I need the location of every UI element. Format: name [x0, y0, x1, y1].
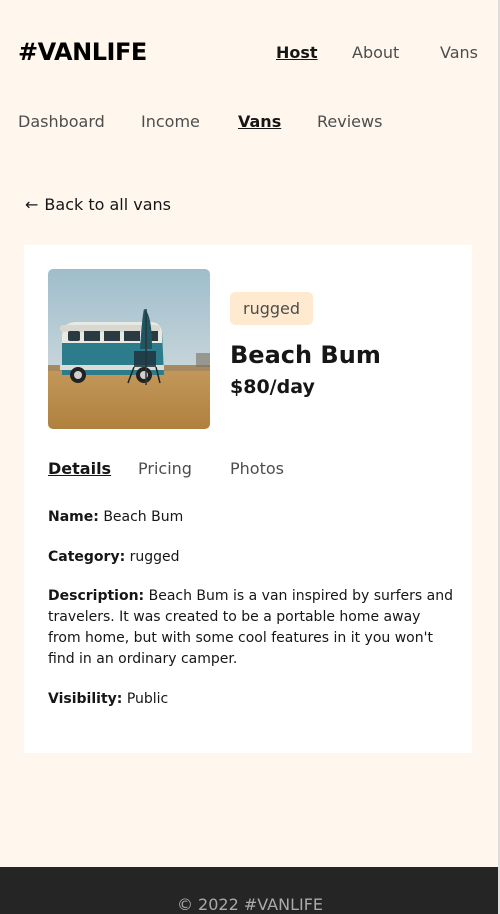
nav-vans-link[interactable]: Vans — [440, 43, 478, 62]
host-nav-income[interactable]: Income — [141, 112, 200, 131]
detail-category-value: rugged — [129, 549, 180, 565]
site-logo[interactable]: #VANLIFE — [18, 38, 147, 66]
van-name: Beach Bum — [230, 341, 381, 369]
detail-name-value: Beach Bum — [103, 509, 184, 525]
host-nav-reviews[interactable]: Reviews — [317, 112, 382, 131]
van-detail-card: rugged Beach Bum $80/day Details Pricing… — [24, 245, 472, 753]
host-nav-vans[interactable]: Vans — [238, 112, 281, 131]
detail-name-label: Name: — [48, 509, 99, 525]
van-type-badge: rugged — [230, 292, 313, 325]
host-nav-dashboard[interactable]: Dashboard — [18, 112, 105, 131]
page: #VANLIFE Host About Vans Dashboard Incom… — [0, 0, 500, 914]
detail-visibility: Visibility: Public — [48, 689, 453, 710]
back-to-vans-link[interactable]: ← Back to all vans — [25, 195, 171, 214]
detail-category-label: Category: — [48, 549, 126, 565]
van-price-unit: /day — [269, 376, 315, 398]
tab-pricing[interactable]: Pricing — [138, 459, 192, 478]
arrow-left-icon: ← — [25, 195, 39, 214]
site-footer: © 2022 #VANLIFE — [0, 867, 500, 914]
nav-about-link[interactable]: About — [352, 43, 399, 62]
detail-visibility-value: Public — [126, 691, 169, 707]
detail-visibility-label: Visibility: — [48, 691, 123, 707]
back-link-label: Back to all vans — [44, 195, 172, 214]
detail-name: Name: Beach Bum — [48, 507, 453, 528]
van-photo — [48, 269, 210, 429]
van-photo-icon — [48, 269, 210, 429]
detail-category: Category: rugged — [48, 547, 453, 568]
detail-description-label: Description: — [48, 588, 145, 604]
tab-photos[interactable]: Photos — [230, 459, 284, 478]
tab-details[interactable]: Details — [48, 459, 111, 478]
footer-copyright: © 2022 #VANLIFE — [176, 895, 324, 914]
van-price-amount: $80 — [230, 376, 270, 398]
detail-description: Description: Beach Bum is a van inspired… — [48, 586, 453, 670]
site-header: #VANLIFE Host About Vans — [0, 0, 500, 104]
van-price: $80/day — [230, 376, 315, 398]
nav-host-link[interactable]: Host — [276, 43, 318, 62]
